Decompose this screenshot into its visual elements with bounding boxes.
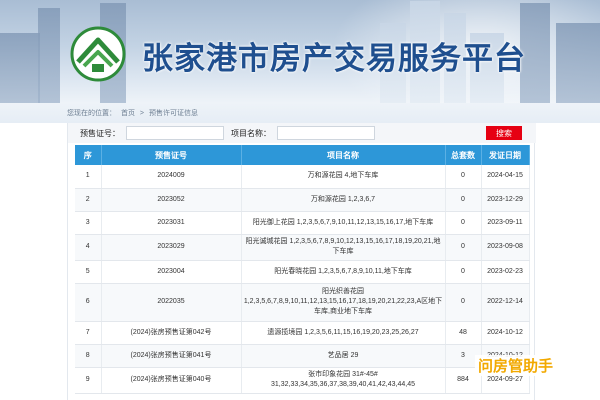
header-banner: 张家港市房产交易服务平台 [0,0,600,103]
breadcrumb-current: 预售许可证信息 [148,110,198,117]
house-logo-icon [70,26,126,82]
cell-index: 7 [75,321,102,345]
skyline-building [38,8,60,103]
cell-issue-date: 2023-02-23 [481,260,530,284]
cell-project-name[interactable]: 阳光御上花园 1,2,3,5,6,7,9,10,11,12,13,15,16,1… [241,211,446,235]
cell-project-name[interactable]: 万和源花园 1,2,3,6,7 [241,188,446,212]
cell-project-name[interactable]: 阳光织善花园 1,2,3,5,6,7,8,9,10,11,12,13,15,16… [241,283,446,322]
cell-issue-date: 2023-09-08 [481,234,530,261]
table-row[interactable]: 4 2023029 阳光诚城花园 1,2,3,5,6,7,8,9,10,12,1… [75,234,530,261]
cell-project-name[interactable]: 阳光诚城花园 1,2,3,5,6,7,8,9,10,12,13,15,16,17… [241,234,446,261]
table-row[interactable]: 1 2024009 万和源花园 4,地下车库 0 2024-04-15 [75,165,530,189]
cell-index: 2 [75,188,102,212]
cell-index: 3 [75,211,102,235]
cell-index: 5 [75,260,102,284]
table-row[interactable]: 3 2023031 阳光御上花园 1,2,3,5,6,7,9,10,11,12,… [75,211,530,235]
presale-number-input[interactable] [126,126,224,140]
col-header-index: 序 [75,145,102,165]
cell-project-name[interactable]: 万和源花园 4,地下车库 [241,165,446,189]
table-row[interactable]: 6 2022035 阳光织善花园 1,2,3,5,6,7,8,9,10,11,1… [75,283,530,322]
col-header-presale-number: 预售证号 [101,145,242,165]
cell-issue-date: 2024-10-12 [481,321,530,345]
search-bar: 预售证号： 项目名称： 搜索 [68,123,536,143]
cell-issue-date: 2023-09-11 [481,211,530,235]
breadcrumb: 您现在的位置： 首页 > 预售许可证信息 [67,108,201,118]
cell-total-units: 0 [445,211,482,235]
cell-issue-date: 2023-12-29 [481,188,530,212]
table-row[interactable]: 2 2023052 万和源花园 1,2,3,6,7 0 2023-12-29 [75,188,530,212]
main-panel: 预售证号： 项目名称： 搜索 序 预售证号 项目名称 总套数 发证日期 1 20… [67,123,536,400]
project-name-label: 项目名称： [231,129,271,138]
col-header-total-units: 总套数 [445,145,482,165]
cell-index: 9 [75,367,102,394]
table-row[interactable]: 8 (2024)张房预售证第041号 艺品居 29 3 2024-10-12 [75,344,530,368]
table-row[interactable]: 5 2023004 阳光春晓花园 1,2,3,5,6,7,8,9,10,11,地… [75,260,530,284]
site-title: 张家港市房产交易服务平台 [142,41,526,77]
skyline-building [556,23,600,103]
presale-table: 序 预售证号 项目名称 总套数 发证日期 1 2024009 万和源花园 4,地… [75,145,530,394]
cell-total-units: 0 [445,260,482,284]
cell-presale-number[interactable]: 2023031 [101,211,242,235]
cell-total-units: 0 [445,165,482,189]
cell-issue-date: 2022-12-14 [481,283,530,322]
cell-presale-number[interactable]: 2024009 [101,165,242,189]
skyline-building [0,33,40,103]
cell-presale-number[interactable]: 2023004 [101,260,242,284]
cell-presale-number[interactable]: 2023052 [101,188,242,212]
watermark-label: 问房管助手 [475,355,557,376]
cell-issue-date: 2024-04-15 [481,165,530,189]
cell-total-units: 0 [445,283,482,322]
cell-presale-number[interactable]: 2023029 [101,234,242,261]
cell-total-units: 0 [445,234,482,261]
cell-project-name[interactable]: 遗源揽境园 1,2,3,5,6,11,15,16,19,20,23,25,26,… [241,321,446,345]
col-header-issue-date: 发证日期 [481,145,530,165]
breadcrumb-separator: > [139,110,144,117]
cell-total-units: 48 [445,321,482,345]
cell-presale-number[interactable]: (2024)张房预售证第041号 [101,344,242,368]
cell-index: 1 [75,165,102,189]
breadcrumb-home[interactable]: 首页 [121,110,135,117]
table-row[interactable]: 9 (2024)张房预售证第040号 张市印象花园 31#-45# 31,32,… [75,367,530,394]
cell-project-name[interactable]: 张市印象花园 31#-45# 31,32,33,34,35,36,37,38,3… [241,367,446,394]
table-header-row: 序 预售证号 项目名称 总套数 发证日期 [75,145,530,165]
cell-presale-number[interactable]: 2022035 [101,283,242,322]
cell-project-name[interactable]: 艺品居 29 [241,344,446,368]
cell-total-units: 0 [445,188,482,212]
cell-presale-number[interactable]: (2024)张房预售证第042号 [101,321,242,345]
table-row[interactable]: 7 (2024)张房预售证第042号 遗源揽境园 1,2,3,5,6,11,15… [75,321,530,345]
cell-index: 4 [75,234,102,261]
presale-label: 预售证号： [80,129,120,138]
cell-index: 6 [75,283,102,322]
search-button[interactable]: 搜索 [486,126,522,140]
cell-index: 8 [75,344,102,368]
col-header-project-name: 项目名称 [241,145,446,165]
cell-presale-number[interactable]: (2024)张房预售证第040号 [101,367,242,394]
breadcrumb-prefix: 您现在的位置： [67,110,116,117]
cell-project-name[interactable]: 阳光春晓花园 1,2,3,5,6,7,8,9,10,11,地下车库 [241,260,446,284]
project-name-input[interactable] [277,126,375,140]
